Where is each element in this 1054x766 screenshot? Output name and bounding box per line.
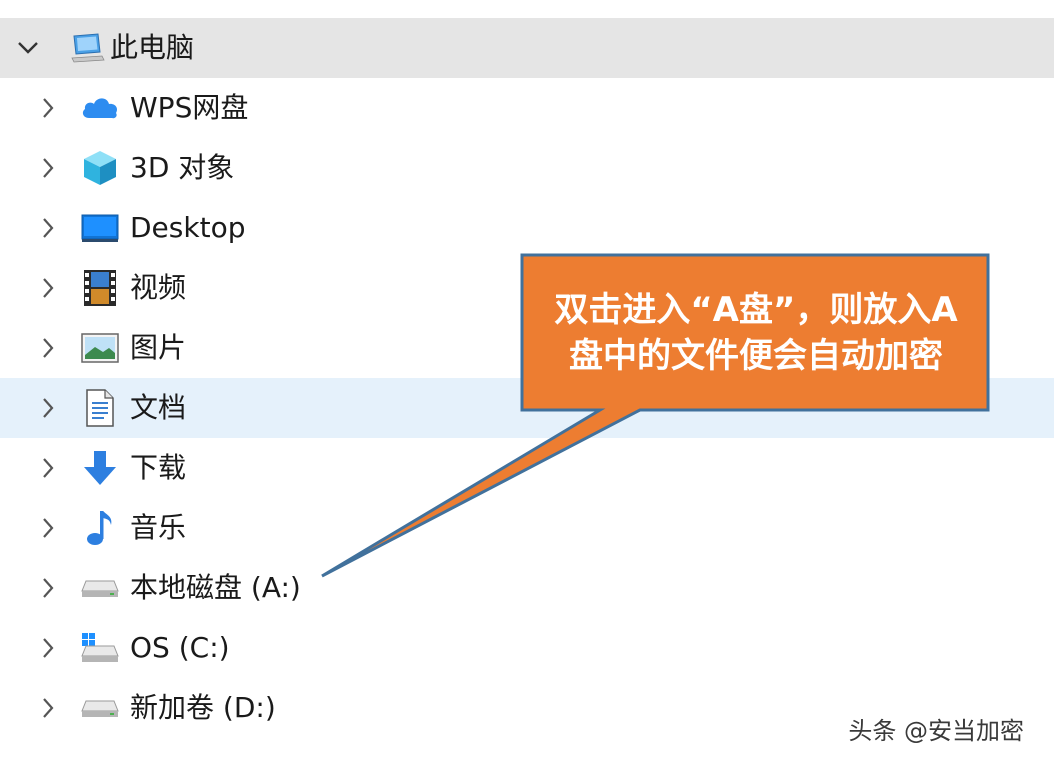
tree-item-label: 3D 对象 — [130, 151, 235, 184]
tree-item-label: 音乐 — [130, 511, 187, 544]
tree-item-label: 下载 — [130, 451, 187, 484]
tree-item-pictures[interactable]: 图片 — [0, 318, 1054, 378]
tree-item-wps-cloud[interactable]: WPS网盘 — [0, 78, 1054, 138]
tree-root-label: 此电脑 — [110, 31, 195, 64]
cloud-icon — [80, 88, 120, 128]
tree-item-documents[interactable]: 文档 — [0, 378, 1054, 438]
chevron-down-icon[interactable] — [16, 36, 40, 60]
tree-item-label: 新加卷 (D:) — [130, 691, 276, 724]
download-arrow-icon — [80, 448, 120, 488]
document-icon — [80, 388, 120, 428]
tree-item-3d-objects[interactable]: 3D 对象 — [0, 138, 1054, 198]
chevron-right-icon[interactable] — [36, 576, 60, 600]
chevron-right-icon[interactable] — [36, 96, 60, 120]
chevron-right-icon[interactable] — [36, 696, 60, 720]
chevron-right-icon[interactable] — [36, 156, 60, 180]
drive-icon — [80, 688, 120, 728]
tree-item-label: 视频 — [130, 271, 187, 304]
windows-drive-icon — [80, 628, 120, 668]
file-explorer-nav-pane: 此电脑 WPS网盘 3D 对象 Desktop 视频 图片 文档 下载 音乐 本… — [0, 0, 1054, 766]
tree-item-os-c[interactable]: OS (C:) — [0, 618, 1054, 678]
tree-root-this-pc[interactable]: 此电脑 — [0, 18, 1054, 78]
chevron-right-icon[interactable] — [36, 396, 60, 420]
drive-icon — [80, 568, 120, 608]
tree-item-downloads[interactable]: 下载 — [0, 438, 1054, 498]
chevron-right-icon[interactable] — [36, 456, 60, 480]
chevron-right-icon[interactable] — [36, 276, 60, 300]
chevron-right-icon[interactable] — [36, 636, 60, 660]
watermark-text: 头条 @安当加密 — [848, 717, 1024, 745]
tree-item-local-disk-a[interactable]: 本地磁盘 (A:) — [0, 558, 1054, 618]
tree-item-label: 图片 — [130, 331, 187, 364]
music-note-icon — [80, 508, 120, 548]
tree-item-label: Desktop — [130, 211, 246, 244]
tree-item-music[interactable]: 音乐 — [0, 498, 1054, 558]
video-film-icon — [80, 268, 120, 308]
chevron-right-icon[interactable] — [36, 216, 60, 240]
tree-item-desktop[interactable]: Desktop — [0, 198, 1054, 258]
tree-item-label: 本地磁盘 (A:) — [130, 571, 301, 604]
tree-item-videos[interactable]: 视频 — [0, 258, 1054, 318]
desktop-icon — [80, 208, 120, 248]
cube-3d-icon — [80, 148, 120, 188]
tree-item-label: OS (C:) — [130, 631, 230, 664]
picture-icon — [80, 328, 120, 368]
tree-item-label: 文档 — [130, 391, 187, 424]
chevron-right-icon[interactable] — [36, 516, 60, 540]
chevron-right-icon[interactable] — [36, 336, 60, 360]
tree-item-label: WPS网盘 — [130, 91, 249, 124]
computer-icon — [68, 28, 108, 68]
